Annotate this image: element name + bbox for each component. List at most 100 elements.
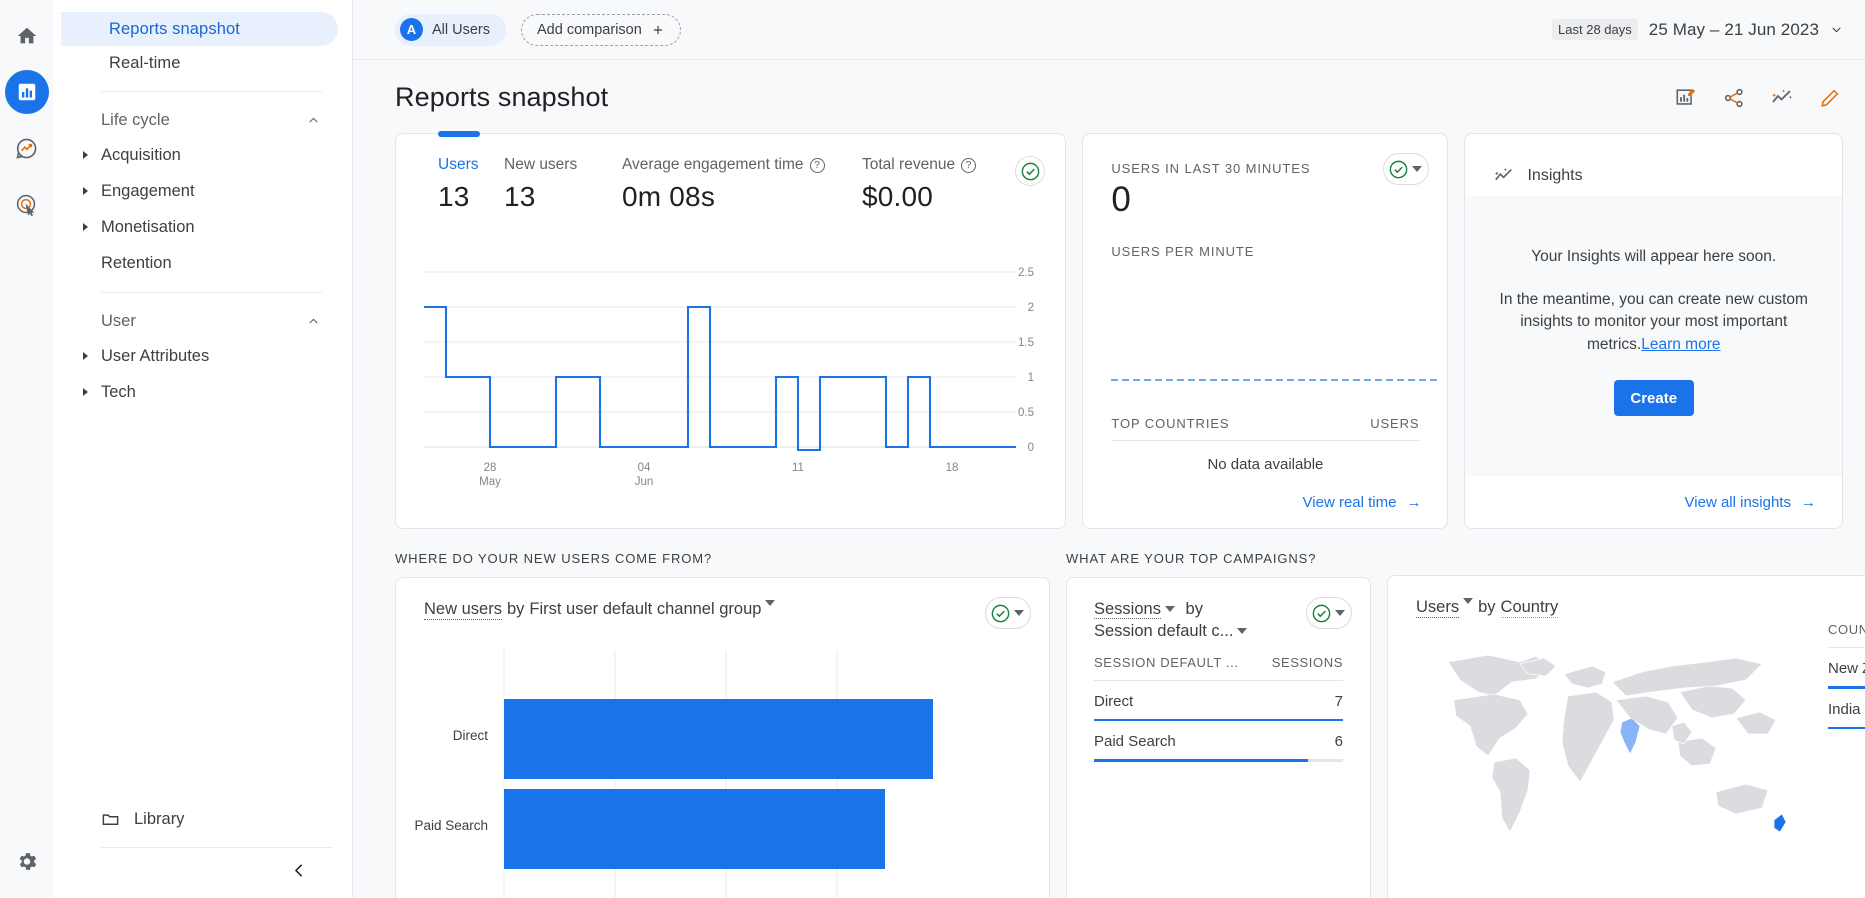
country-row-new-zealand: New Zealand 11 [1828,660,1865,677]
audience-chip-all-users[interactable]: A All Users [395,13,507,46]
sidebar-item-label: Acquisition [101,145,181,164]
sidebar-item-reports-snapshot[interactable]: Reports snapshot [61,12,338,46]
sidebar-item-monetisation[interactable]: Monetisation [53,209,352,245]
sidebar-item-label: Real-time [109,53,181,72]
rail-item-home[interactable] [5,14,49,58]
caret-right-icon [83,151,88,159]
reports-icon [18,83,35,101]
realtime-options-button[interactable] [1383,153,1430,185]
sidebar-group-user[interactable]: User [53,304,352,338]
gear-icon [19,853,36,870]
world-map[interactable] [1388,622,1808,857]
metric-tabs: Users 13 New users 13 Average engagement… [396,134,1065,213]
advertising-icon [16,194,36,216]
bar-label-direct: Direct [453,728,489,743]
add-comparison-button[interactable]: Add comparison [521,13,681,46]
create-insight-button[interactable]: Create [1613,380,1694,417]
view-real-time-link[interactable]: View real time → [1083,476,1447,528]
table-col-sessions: SESSIONS [1271,654,1343,670]
chevron-down-icon[interactable] [765,600,776,606]
home-icon [17,27,36,44]
sidebar-item-library[interactable]: Library [53,797,352,841]
table-col-country: COUNTRY [1828,622,1865,637]
row-value: 6 [1334,733,1343,751]
dimension-selector-session-channel[interactable]: Session default c... [1094,622,1233,640]
x-tick-28: 28 [484,462,497,474]
sidebar-divider-2 [101,292,322,293]
rail-item-advertising[interactable] [5,182,49,226]
x-tick-04: 04 [638,462,651,474]
sidebar-item-retention[interactable]: Retention [53,245,352,281]
y-tick-2: 2 [1028,302,1034,314]
learn-more-link[interactable]: Learn more [1641,336,1720,353]
help-icon[interactable]: ? [809,157,825,173]
metric-label: New users [504,156,578,173]
folder-icon [102,813,119,825]
metric-tab-users[interactable]: Users 13 [438,156,504,213]
insights-icon[interactable] [1769,85,1795,111]
metric-label-text: Total revenue [862,156,956,173]
chevron-down-icon [1412,166,1423,172]
x-tick-11: 11 [792,462,804,474]
bar-label-paid-search: Paid Search [414,818,488,833]
date-range-selector[interactable]: Last 28 days 25 May – 21 Jun 2023 [1552,19,1843,40]
bar-paid-search [504,789,885,869]
metric-tab-total-revenue[interactable]: Total revenue ? $0.00 [862,156,977,213]
no-data-message: No data available [1207,456,1324,473]
chevron-down-icon[interactable] [1237,628,1248,635]
chevron-down-icon[interactable] [1164,606,1175,612]
rail-item-explore[interactable] [5,126,49,170]
metric-tab-new-users[interactable]: New users 13 [504,156,622,213]
view-all-insights-label: View all insights [1684,493,1791,511]
chevron-down-icon[interactable] [1463,598,1474,604]
sidebar-item-tech[interactable]: Tech [53,374,352,410]
rail-item-reports[interactable] [4,70,49,114]
caret-right-icon [83,223,88,231]
sidebar-group-life-cycle[interactable]: Life cycle [53,103,352,137]
sidebar-item-user-attributes[interactable]: User Attributes [53,338,352,374]
edit-icon[interactable] [1817,85,1843,111]
campaigns-options-button[interactable] [1306,597,1352,629]
row-label[interactable]: Paid Search [1094,733,1176,750]
customise-report-icon[interactable] [1673,85,1699,111]
channels-options-button[interactable] [985,597,1031,629]
insights-card: Insights Your Insights will appear here … [1464,133,1843,529]
table-col-country: TOP COUNTRIES [1111,416,1230,431]
view-all-insights-link[interactable]: View all insights → [1465,476,1842,528]
rail-item-admin[interactable] [15,850,38,878]
collapse-nav-button[interactable] [291,862,308,884]
sidebar-item-real-time[interactable]: Real-time [61,46,338,80]
new-users-bar-chart: Direct Paid Search [414,650,933,898]
country-card-body: COUNTRY USERS New Zealand 11 [1388,618,1865,857]
realtime-users-card: USERS IN LAST 30 MINUTES 0 USERS PER MIN… [1082,133,1449,529]
dimension-selector-channel-group[interactable]: First user default channel group [529,600,761,619]
country-card-header: Users by Country [1388,576,1865,618]
insights-header: Insights [1465,134,1842,196]
help-icon[interactable]: ? [961,157,977,173]
metric-label: Users [438,156,479,173]
sidebar-item-engagement[interactable]: Engagement [53,173,352,209]
section-title-new-users: WHERE DO YOUR NEW USERS COME FROM? [395,551,713,566]
country-section: Users by Country COUN New India [1387,575,1865,898]
sidebar-nav: Reports snapshot Real-time Life cycle Ac… [53,0,353,898]
row-label[interactable]: India [1828,701,1861,718]
y-tick-1-5: 1.5 [1018,337,1034,349]
users-per-minute-label: USERS PER MINUTE [1111,244,1255,259]
metric-selector-new-users[interactable]: New users [424,600,502,620]
sidebar-item-label: Tech [101,382,136,401]
channels-card-header: New users by First user default channel … [396,578,1049,620]
sidebar-item-label: Engagement [101,181,195,200]
share-icon[interactable] [1721,85,1747,111]
chevron-up-icon [309,117,318,123]
sidebar-item-acquisition[interactable]: Acquisition [53,137,352,173]
cards-row-primary: Users 13 New users 13 Average engagement… [353,113,1865,529]
metric-selector-sessions[interactable]: Sessions [1094,600,1161,619]
row-label[interactable]: New Zealand [1828,660,1865,677]
arrow-right-icon: → [1800,493,1816,511]
sidebar-item-label: Monetisation [101,217,195,236]
row-label[interactable]: Direct [1094,693,1133,710]
dimension-selector-country[interactable]: Country [1500,598,1559,618]
metric-selector-users[interactable]: Users [1416,598,1460,618]
topbar: A All Users Add comparison Last 28 days … [353,0,1865,60]
metric-tab-avg-engagement-time[interactable]: Average engagement time ? 0m 08s [622,156,862,213]
